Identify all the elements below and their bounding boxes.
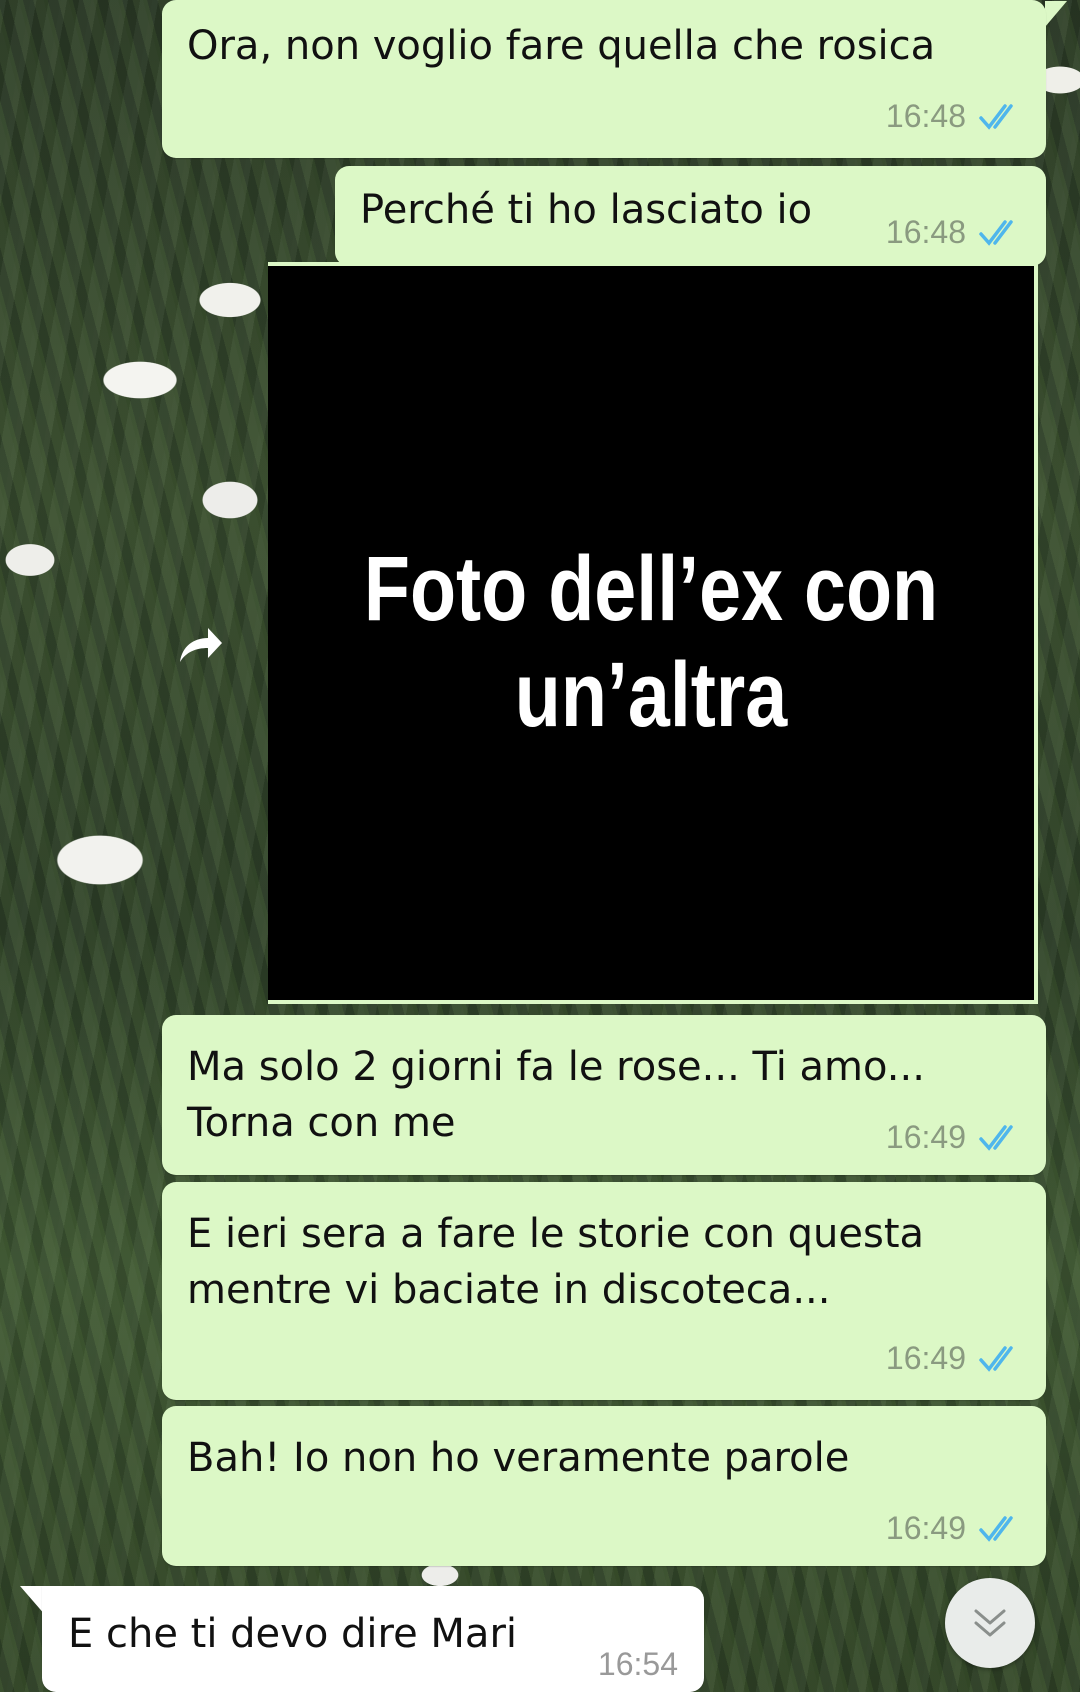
- message-time: 16:49: [885, 1340, 966, 1376]
- message-bubble[interactable]: E che ti devo dire Mari 16:54: [42, 1586, 704, 1692]
- message-text: Bah! Io non ho veramente parole: [187, 1435, 850, 1481]
- double-check-icon: [979, 103, 1013, 130]
- message-text: Perché ti ho lasciato io: [360, 187, 813, 233]
- message-text: Ora, non voglio fare quella che rosica: [187, 23, 936, 69]
- double-check-icon: [979, 1345, 1013, 1372]
- message-text: Ma solo 2 giorni fa le rose... Ti amo...…: [187, 1044, 925, 1146]
- message-bubble[interactable]: Ma solo 2 giorni fa le rose... Ti amo...…: [162, 1015, 1046, 1175]
- message-text: E ieri sera a fare le storie con questa …: [187, 1211, 925, 1313]
- message-meta: 16:48: [886, 98, 1022, 135]
- message-bubble[interactable]: Perché ti ho lasciato io 16:48: [335, 166, 1046, 266]
- forward-arrow-icon[interactable]: [174, 622, 224, 668]
- message-meta: 16:48: [886, 214, 1022, 251]
- image-message[interactable]: Foto dell’ex con un’altra: [268, 262, 1038, 1004]
- message-time: 16:54: [597, 1646, 678, 1682]
- bubble-tail: [1045, 1, 1067, 27]
- double-check-icon: [979, 1515, 1013, 1542]
- message-bubble[interactable]: Bah! Io non ho veramente parole 16:49: [162, 1406, 1046, 1566]
- double-check-icon: [979, 219, 1013, 246]
- message-bubble[interactable]: Ora, non voglio fare quella che rosica 1…: [162, 0, 1046, 158]
- message-meta: 16:49: [886, 1340, 1022, 1377]
- message-meta: 16:54: [598, 1646, 678, 1683]
- message-time: 16:48: [885, 98, 966, 134]
- message-time: 16:49: [885, 1119, 966, 1155]
- message-meta: 16:49: [886, 1510, 1022, 1547]
- double-check-icon: [979, 1124, 1013, 1151]
- message-text: E che ti devo dire Mari: [68, 1611, 518, 1657]
- message-meta: 16:49: [886, 1119, 1022, 1156]
- message-time: 16:49: [885, 1510, 966, 1546]
- image-caption: Foto dell’ex con un’altra: [363, 538, 939, 746]
- double-chevron-down-icon: [974, 1609, 1006, 1637]
- message-bubble[interactable]: E ieri sera a fare le storie con questa …: [162, 1182, 1046, 1400]
- scroll-down-button[interactable]: [945, 1578, 1035, 1668]
- message-time: 16:48: [885, 214, 966, 250]
